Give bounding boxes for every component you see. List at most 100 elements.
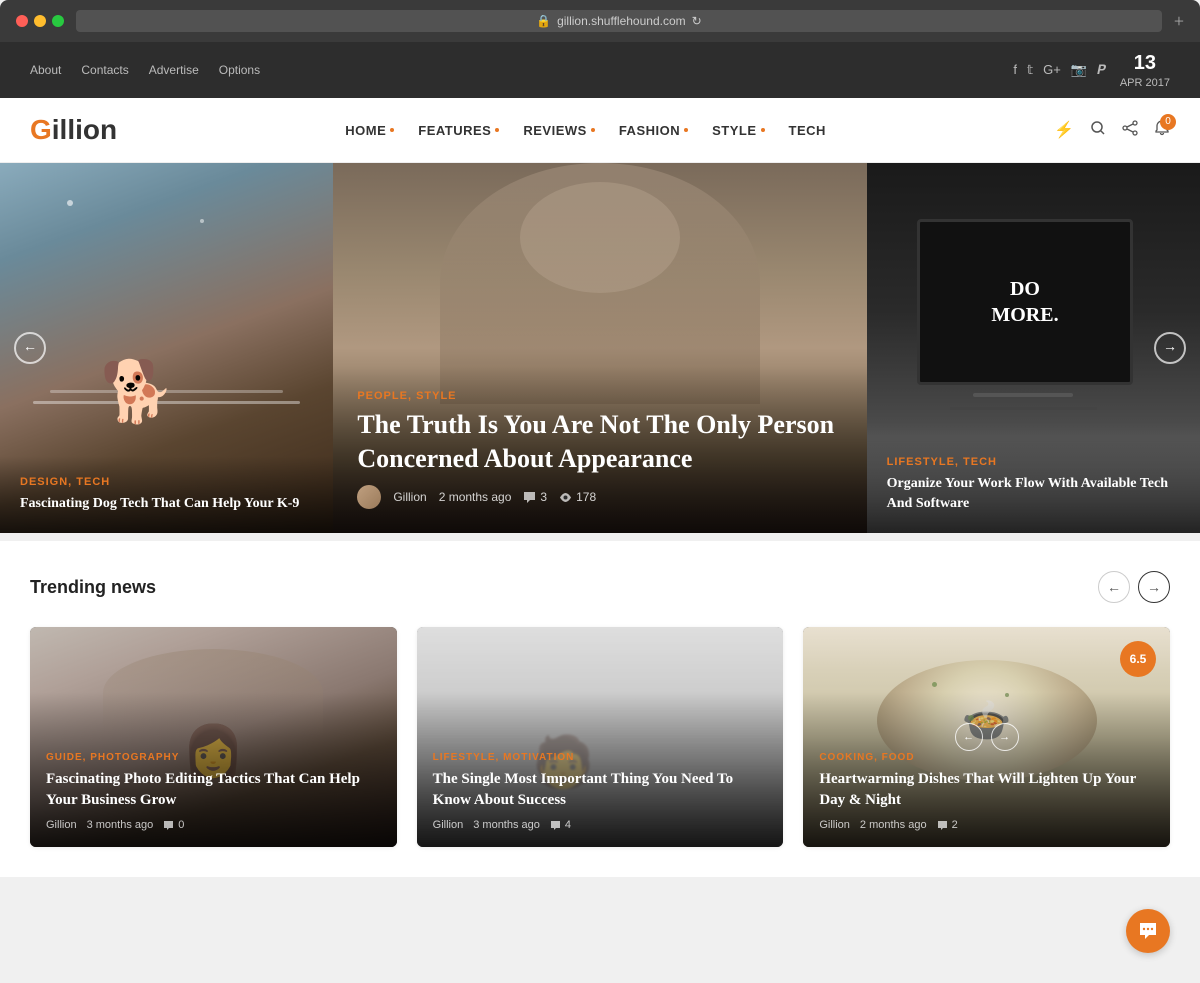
card-3-categories: COOKING, FOOD	[819, 752, 1154, 763]
card-3-author: Gillion	[819, 819, 850, 831]
section-nav: ← →	[1098, 571, 1170, 603]
card-2-body: LIFESTYLE, MOTIVATION The Single Most Im…	[417, 692, 784, 847]
card-3-title: Heartwarming Dishes That Will Lighten Up…	[819, 769, 1154, 811]
card-1-body: GUIDE, PHOTOGRAPHY Fascinating Photo Edi…	[30, 692, 397, 847]
logo-g: G	[30, 114, 52, 146]
main-nav: HOME FEATURES REVIEWS FASHION STYLE TECH	[345, 123, 826, 138]
nav-home-dot	[390, 128, 394, 132]
top-bar-right: f 𝕥 G+ 📷 𝑷 13 APR 2017	[1013, 50, 1170, 90]
hero-card-right[interactable]: DOMORE. → LIFESTYLE, TECH Organize Your …	[867, 163, 1200, 533]
card-1-comments: 0	[163, 819, 184, 831]
minimize-button[interactable]	[34, 15, 46, 27]
flash-icon[interactable]: ⚡	[1054, 120, 1074, 140]
header-actions: ⚡ 0	[1054, 120, 1170, 141]
hero-card-center[interactable]: PEOPLE, STYLE The Truth Is You Are Not T…	[333, 163, 866, 533]
hero-left-overlay: DESIGN, TECH Fascinating Dog Tech That C…	[0, 456, 333, 534]
hero-left-categories: DESIGN, TECH	[20, 476, 313, 488]
google-plus-icon[interactable]: G+	[1043, 62, 1061, 78]
card-3-time: 2 months ago	[860, 819, 927, 831]
notification-badge[interactable]: 0	[1154, 120, 1170, 141]
notification-count: 0	[1160, 114, 1176, 130]
card-2-categories: LIFESTYLE, MOTIVATION	[433, 752, 768, 763]
hero-views: 178	[559, 490, 596, 504]
hero-center-overlay: PEOPLE, STYLE The Truth Is You Are Not T…	[333, 366, 866, 534]
nav-home[interactable]: HOME	[345, 123, 394, 138]
browser-window: 🔒 gillion.shufflehound.com ↻ +	[0, 0, 1200, 42]
pinterest-icon[interactable]: 𝑷	[1097, 62, 1106, 78]
close-button[interactable]	[16, 15, 28, 27]
card-3-prev[interactable]: ←	[955, 723, 983, 751]
card-1-title: Fascinating Photo Editing Tactics That C…	[46, 769, 381, 811]
card-mini-nav: ← →	[955, 723, 1019, 751]
topbar-advertise[interactable]: Advertise	[149, 63, 199, 77]
top-bar: About Contacts Advertise Options f 𝕥 G+ …	[0, 42, 1200, 98]
card-success[interactable]: 🧑 LIFESTYLE, MOTIVATION The Single Most …	[417, 627, 784, 847]
maximize-button[interactable]	[52, 15, 64, 27]
nav-reviews-dot	[591, 128, 595, 132]
nav-fashion-dot	[684, 128, 688, 132]
hero-comments: 3	[523, 490, 547, 504]
trending-header: Trending news ← →	[30, 571, 1170, 603]
hero-center-meta: Gillion 2 months ago 3 178	[357, 485, 842, 509]
new-tab-button[interactable]: +	[1174, 12, 1184, 30]
search-icon[interactable]	[1090, 120, 1106, 141]
card-3-next[interactable]: →	[991, 723, 1019, 751]
card-2-time: 3 months ago	[473, 819, 540, 831]
card-photo-editing[interactable]: 👩 GUIDE, PHOTOGRAPHY Fascinating Photo E…	[30, 627, 397, 847]
share-icon[interactable]	[1122, 120, 1138, 141]
card-1-author: Gillion	[46, 819, 77, 831]
card-1-meta: Gillion 3 months ago 0	[46, 819, 381, 831]
url-text: gillion.shufflehound.com	[557, 14, 686, 28]
card-3-meta: Gillion 2 months ago 2	[819, 819, 1154, 831]
cards-grid: 👩 GUIDE, PHOTOGRAPHY Fascinating Photo E…	[30, 627, 1170, 847]
card-1-categories: GUIDE, PHOTOGRAPHY	[46, 752, 381, 763]
site-logo[interactable]: G illion	[30, 114, 117, 146]
nav-style-dot	[761, 128, 765, 132]
card-2-author: Gillion	[433, 819, 464, 831]
trending-title: Trending news	[30, 577, 156, 598]
nav-tech[interactable]: TECH	[789, 123, 826, 138]
hero-left-title: Fascinating Dog Tech That Can Help Your …	[20, 494, 313, 514]
hero-slider: 🐕 ← DESIGN, TECH Fascinating Dog Tech Th…	[0, 163, 1200, 533]
site-header: G illion HOME FEATURES REVIEWS FASHION S…	[0, 98, 1200, 163]
traffic-lights	[16, 15, 64, 27]
card-2-title: The Single Most Important Thing You Need…	[433, 769, 768, 811]
hero-center-title: The Truth Is You Are Not The Only Person…	[357, 408, 842, 476]
social-icons: f 𝕥 G+ 📷 𝑷	[1013, 62, 1105, 78]
nav-style[interactable]: STYLE	[712, 123, 764, 138]
hero-card-left[interactable]: 🐕 ← DESIGN, TECH Fascinating Dog Tech Th…	[0, 163, 333, 533]
topbar-about[interactable]: About	[30, 63, 61, 77]
hero-prev-button[interactable]: ←	[14, 332, 46, 364]
dog-icon: 🐕	[100, 362, 175, 422]
url-bar[interactable]: 🔒 gillion.shufflehound.com ↻	[76, 10, 1162, 32]
date-display: 13 APR 2017	[1120, 50, 1170, 90]
nav-features[interactable]: FEATURES	[418, 123, 499, 138]
instagram-icon[interactable]: 📷	[1071, 62, 1087, 78]
card-food[interactable]: 6.5 🍲 ← → COOKING, FOOD Heartwarming Dis…	[803, 627, 1170, 847]
logo-rest: illion	[52, 114, 117, 146]
card-3-comments: 2	[937, 819, 958, 831]
browser-controls: 🔒 gillion.shufflehound.com ↻ +	[16, 10, 1184, 42]
trending-prev-button[interactable]: ←	[1098, 571, 1130, 603]
topbar-options[interactable]: Options	[219, 63, 260, 77]
twitter-icon[interactable]: 𝕥	[1027, 62, 1033, 78]
top-bar-nav: About Contacts Advertise Options	[30, 63, 260, 77]
trending-next-button[interactable]: →	[1138, 571, 1170, 603]
nav-reviews[interactable]: REVIEWS	[523, 123, 594, 138]
nav-features-dot	[495, 128, 499, 132]
topbar-contacts[interactable]: Contacts	[81, 63, 128, 77]
hero-right-overlay: LIFESTYLE, TECH Organize Your Work Flow …	[867, 436, 1200, 533]
card-1-time: 3 months ago	[87, 819, 154, 831]
hero-time: 2 months ago	[439, 490, 512, 504]
hero-author: Gillion	[393, 490, 426, 504]
hero-avatar	[357, 485, 381, 509]
refresh-icon[interactable]: ↻	[692, 14, 702, 28]
content-section: Trending news ← → 👩 GUIDE, PHOTOGRAPHY F…	[0, 541, 1200, 877]
hero-next-button[interactable]: →	[1154, 332, 1186, 364]
date-month-year: APR 2017	[1120, 76, 1170, 90]
hero-center-categories: PEOPLE, STYLE	[357, 390, 842, 402]
hero-right-categories: LIFESTYLE, TECH	[887, 456, 1180, 468]
chat-button[interactable]	[1126, 909, 1170, 953]
nav-fashion[interactable]: FASHION	[619, 123, 688, 138]
facebook-icon[interactable]: f	[1013, 62, 1017, 78]
